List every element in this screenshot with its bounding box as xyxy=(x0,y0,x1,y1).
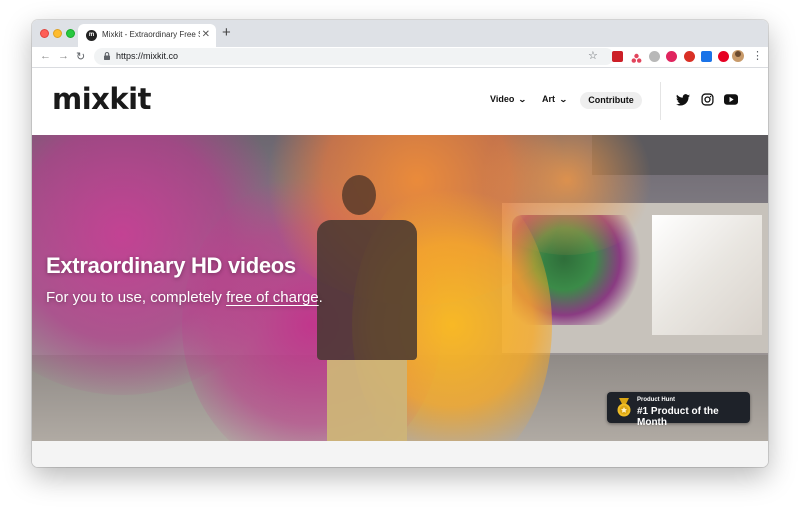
medal-icon xyxy=(617,398,631,417)
grey-extension-icon[interactable] xyxy=(649,51,660,62)
reload-icon[interactable]: ↻ xyxy=(76,50,85,63)
product-hunt-award: #1 Product of the Month xyxy=(637,406,719,428)
browser-window: m Mixkit - Extraordinary Free Sto ✕ + ← … xyxy=(32,20,768,467)
nav-art-label: Art xyxy=(542,94,555,104)
browser-toolbar: ← → ↻ https://mixkit.co ☆ ⋮ xyxy=(32,47,768,68)
browser-tab[interactable]: m Mixkit - Extraordinary Free Sto ✕ xyxy=(78,24,216,47)
site-header: mixkit Video ⌄ Art ⌄ Contribute xyxy=(32,68,768,135)
new-tab-button[interactable]: + xyxy=(222,24,231,41)
instagram-icon[interactable] xyxy=(701,93,714,106)
twitter-icon[interactable] xyxy=(676,94,690,106)
lock-icon xyxy=(104,52,110,60)
url-text: https://mixkit.co xyxy=(116,51,179,61)
record-extension-icon[interactable] xyxy=(684,51,695,62)
bookmark-star-icon[interactable]: ☆ xyxy=(588,49,598,62)
browser-menu-icon[interactable]: ⋮ xyxy=(752,49,763,62)
hero-subtitle: For you to use, completely free of charg… xyxy=(46,289,323,306)
hero-subtitle-text: For you to use, completely xyxy=(46,289,227,306)
hero-subtitle-period: . xyxy=(318,289,323,306)
youtube-icon[interactable] xyxy=(724,94,738,105)
target-extension-icon[interactable] xyxy=(666,51,677,62)
tab-strip: m Mixkit - Extraordinary Free Sto ✕ + xyxy=(32,20,768,47)
hero-title: Extraordinary HD videos xyxy=(46,253,296,278)
product-hunt-label: Product Hunt xyxy=(637,397,675,403)
header-divider xyxy=(660,82,661,120)
back-icon[interactable]: ← xyxy=(40,50,51,62)
lastpass-extension-icon[interactable] xyxy=(612,51,623,62)
tab-close-icon[interactable]: ✕ xyxy=(202,29,210,40)
chevron-down-icon: ⌄ xyxy=(558,95,568,104)
blue-extension-icon[interactable] xyxy=(701,51,712,62)
nav-art[interactable]: Art ⌄ xyxy=(542,94,568,104)
profile-avatar[interactable] xyxy=(732,50,744,62)
nav-video-label: Video xyxy=(490,94,515,104)
nav-video[interactable]: Video ⌄ xyxy=(490,94,528,104)
pinterest-extension-icon[interactable] xyxy=(718,51,729,62)
contribute-button[interactable]: Contribute xyxy=(580,92,642,109)
mixkit-favicon-icon: m xyxy=(86,30,97,41)
asana-extension-icon[interactable] xyxy=(631,51,642,63)
close-window-button[interactable] xyxy=(40,29,49,38)
address-bar[interactable]: https://mixkit.co xyxy=(94,48,614,65)
free-of-charge-link[interactable]: free of charge xyxy=(226,289,319,306)
mixkit-logo[interactable]: mixkit xyxy=(52,82,151,116)
product-hunt-badge[interactable]: Product Hunt #1 Product of the Month xyxy=(607,392,750,428)
hero-banner: Extraordinary HD videos For you to use, … xyxy=(32,135,768,441)
maximize-window-button[interactable] xyxy=(66,29,75,38)
chevron-down-icon: ⌄ xyxy=(518,95,528,104)
tab-title: Mixkit - Extraordinary Free Sto xyxy=(102,30,200,39)
forward-icon[interactable]: → xyxy=(58,50,69,62)
content-area xyxy=(32,441,768,467)
minimize-window-button[interactable] xyxy=(53,29,62,38)
